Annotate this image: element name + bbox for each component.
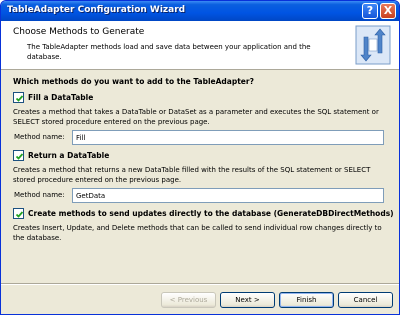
return-datatable-option[interactable]: Return a DataTable (13, 150, 109, 161)
wizard-window: TableAdapter Configuration Wizard ? X Ch… (0, 0, 400, 315)
footer-divider (1, 283, 399, 285)
direct-methods-checkbox[interactable] (13, 208, 24, 219)
help-icon: ? (366, 4, 374, 17)
page-description: The TableAdapter methods load and save d… (27, 43, 311, 61)
wizard-content: Which methods do you want to add to the … (1, 71, 399, 281)
wizard-icon (355, 25, 391, 65)
fill-datatable-checkbox[interactable] (13, 92, 24, 103)
checkmark-icon (15, 211, 24, 218)
return-method-name-input[interactable]: GetData (72, 188, 384, 203)
window-title: TableAdapter Configuration Wizard (7, 5, 186, 15)
direct-methods-label: Create methods to send updates directly … (28, 209, 394, 218)
direct-methods-description: Creates Insert, Update, and Delete metho… (13, 224, 382, 242)
return-datatable-label: Return a DataTable (28, 151, 110, 160)
previous-button[interactable]: < Previous (161, 292, 216, 308)
fill-datatable-option[interactable]: Fill a DataTable (13, 92, 93, 103)
next-button[interactable]: Next > (220, 292, 275, 308)
title-bar[interactable]: TableAdapter Configuration Wizard ? X (1, 1, 399, 21)
close-icon: X (383, 4, 393, 17)
return-method-name-label: Method name: (14, 191, 65, 199)
fill-datatable-description: Creates a method that takes a DataTable … (13, 108, 379, 126)
methods-question: Which methods do you want to add to the … (13, 77, 254, 86)
fill-method-name-input[interactable]: Fill (72, 130, 384, 145)
direct-methods-option[interactable]: Create methods to send updates directly … (13, 208, 394, 219)
fill-datatable-label: Fill a DataTable (28, 93, 94, 102)
checkmark-icon (15, 95, 24, 102)
help-button[interactable]: ? (362, 3, 378, 19)
cancel-button[interactable]: Cancel (338, 292, 393, 308)
wizard-header: Choose Methods to Generate The TableAdap… (1, 21, 399, 70)
fill-method-name-label: Method name: (14, 133, 65, 141)
page-title: Choose Methods to Generate (13, 27, 145, 37)
checkmark-icon (15, 153, 24, 160)
close-button[interactable]: X (380, 3, 396, 19)
finish-button[interactable]: Finish (279, 292, 334, 308)
return-datatable-description: Creates a method that returns a new Data… (13, 166, 371, 184)
return-datatable-checkbox[interactable] (13, 150, 24, 161)
